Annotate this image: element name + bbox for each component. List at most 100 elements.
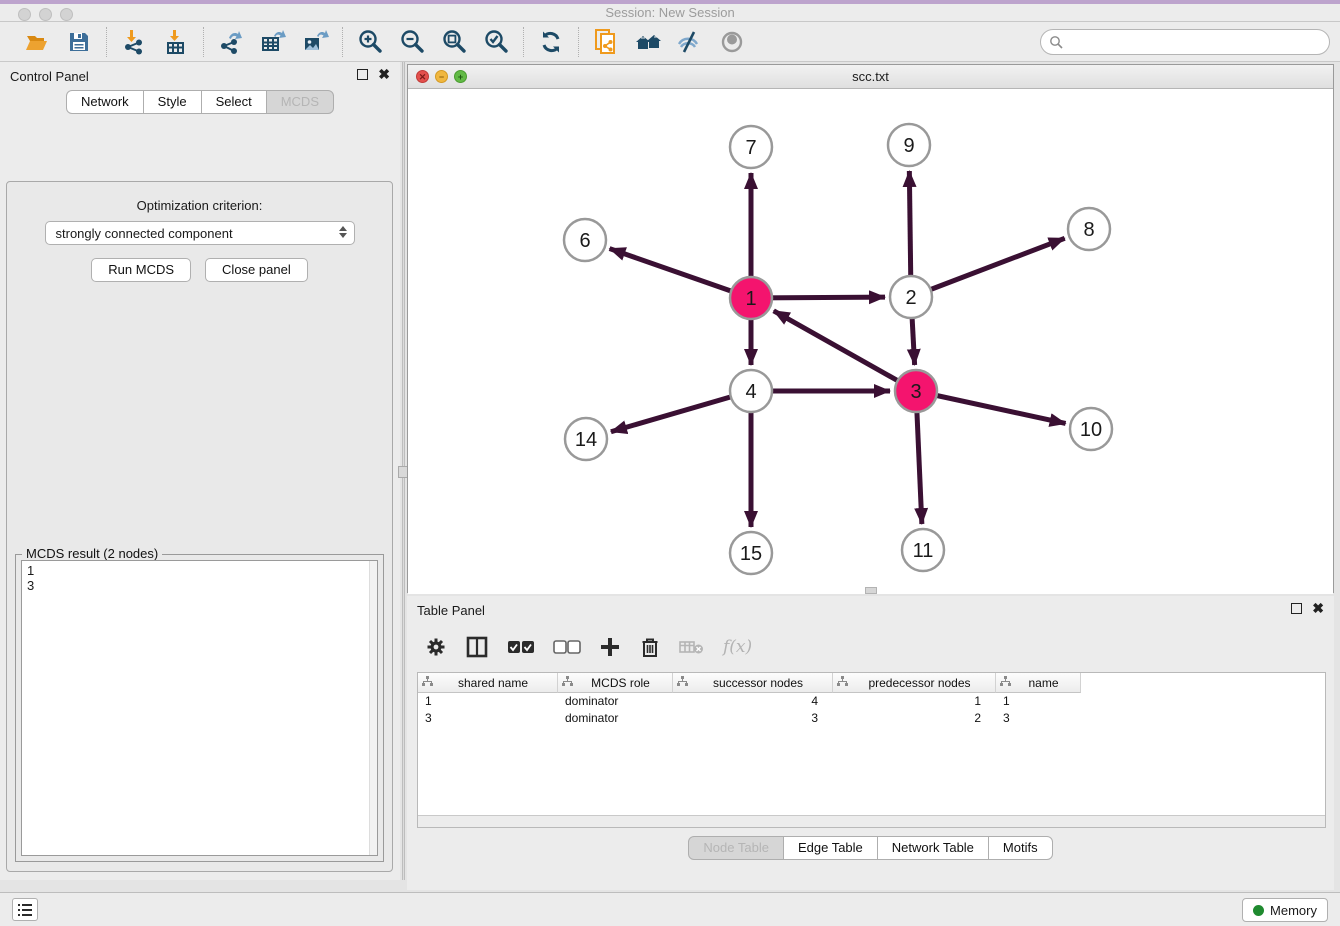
network-title: scc.txt bbox=[408, 65, 1333, 84]
graph-node-1[interactable]: 1 bbox=[730, 277, 772, 319]
hide-selected-icon[interactable] bbox=[675, 27, 705, 57]
close-network-icon[interactable]: ✕ bbox=[416, 70, 429, 83]
table-cell[interactable]: dominator bbox=[558, 710, 673, 727]
titlebar-accent bbox=[0, 0, 1340, 4]
network-window-titlebar[interactable]: ✕ − + scc.txt bbox=[408, 65, 1333, 89]
task-history-button[interactable] bbox=[12, 898, 38, 921]
table-cell[interactable]: dominator bbox=[558, 693, 673, 710]
table-cell[interactable]: 1 bbox=[833, 693, 996, 710]
edge-3-10[interactable] bbox=[916, 391, 1066, 423]
node-label: 8 bbox=[1083, 219, 1094, 241]
float-panel-icon[interactable] bbox=[357, 69, 368, 80]
export-network-icon[interactable] bbox=[216, 27, 246, 57]
tab-motifs[interactable]: Motifs bbox=[988, 836, 1053, 860]
edge-3-1[interactable] bbox=[774, 311, 916, 391]
tab-edge-table[interactable]: Edge Table bbox=[783, 836, 878, 860]
main-toolbar bbox=[0, 22, 1340, 62]
graph-node-4[interactable]: 4 bbox=[730, 370, 772, 412]
first-neighbors-icon[interactable] bbox=[633, 27, 663, 57]
table-cell[interactable]: 2 bbox=[833, 710, 996, 727]
select-all-rows-icon[interactable] bbox=[507, 639, 535, 655]
import-network-from-file-icon[interactable] bbox=[119, 27, 149, 57]
node-label: 6 bbox=[579, 230, 590, 252]
mcds-result-list[interactable]: 1 3 bbox=[21, 560, 378, 856]
zoom-in-icon[interactable] bbox=[355, 27, 385, 57]
column-tree-icon bbox=[1000, 676, 1011, 690]
canvas-grip[interactable] bbox=[865, 587, 877, 594]
chevron-up-down-icon bbox=[339, 226, 347, 238]
column-header-successor-nodes[interactable]: successor nodes bbox=[673, 673, 833, 693]
graph-node-6[interactable]: 6 bbox=[564, 219, 606, 261]
table-cell[interactable]: 1 bbox=[418, 693, 558, 710]
tab-node-table[interactable]: Node Table bbox=[688, 836, 784, 860]
clone-network-icon[interactable] bbox=[591, 27, 621, 57]
node-label: 10 bbox=[1080, 419, 1102, 441]
column-header-predecessor-nodes[interactable]: predecessor nodes bbox=[833, 673, 996, 693]
graph-node-11[interactable]: 11 bbox=[902, 529, 944, 571]
network-search-input[interactable] bbox=[1040, 29, 1330, 55]
import-table-from-file-icon[interactable] bbox=[161, 27, 191, 57]
column-header-MCDS-role[interactable]: MCDS role bbox=[558, 673, 673, 693]
result-scrollbar[interactable] bbox=[369, 561, 377, 855]
edge-2-8[interactable] bbox=[911, 238, 1065, 297]
graph-node-9[interactable]: 9 bbox=[888, 124, 930, 166]
show-all-icon[interactable] bbox=[717, 27, 747, 57]
table-cell[interactable]: 3 bbox=[673, 710, 833, 727]
network-canvas[interactable]: 1 2 3 4 6 7 8 9 10 11 14 15 bbox=[408, 89, 1333, 594]
table-cell[interactable]: 3 bbox=[418, 710, 558, 727]
export-image-icon[interactable] bbox=[300, 27, 330, 57]
show-columns-icon[interactable] bbox=[465, 635, 489, 659]
zoom-out-icon[interactable] bbox=[397, 27, 427, 57]
column-header-name[interactable]: name bbox=[996, 673, 1081, 693]
node-label: 14 bbox=[575, 429, 597, 451]
close-panel-icon[interactable]: ✖ bbox=[378, 69, 390, 80]
tab-style[interactable]: Style bbox=[143, 90, 202, 114]
graph-node-3[interactable]: 3 bbox=[895, 370, 937, 412]
graph-node-2[interactable]: 2 bbox=[890, 276, 932, 318]
tab-select[interactable]: Select bbox=[201, 90, 267, 114]
edge-1-6[interactable] bbox=[610, 249, 751, 298]
column-header-shared-name[interactable]: shared name bbox=[418, 673, 558, 693]
float-table-panel-icon[interactable] bbox=[1291, 603, 1302, 614]
minimize-network-icon[interactable]: − bbox=[435, 70, 448, 83]
table-settings-icon[interactable] bbox=[425, 636, 447, 658]
network-graph[interactable]: 1 2 3 4 6 7 8 9 10 11 14 15 bbox=[408, 89, 1335, 594]
graph-node-7[interactable]: 7 bbox=[730, 126, 772, 168]
close-panel-button[interactable]: Close panel bbox=[205, 258, 308, 282]
table-header-row: shared nameMCDS rolesuccessor nodesprede… bbox=[418, 673, 1325, 693]
tab-network[interactable]: Network bbox=[66, 90, 144, 114]
memory-button[interactable]: Memory bbox=[1242, 898, 1328, 922]
table-row[interactable]: 1dominator411 bbox=[418, 693, 1325, 710]
table-cell[interactable]: 4 bbox=[673, 693, 833, 710]
graph-node-14[interactable]: 14 bbox=[565, 418, 607, 460]
table-row[interactable]: 3dominator323 bbox=[418, 710, 1325, 727]
deselect-all-rows-icon[interactable] bbox=[553, 639, 581, 655]
open-session-icon[interactable] bbox=[22, 27, 52, 57]
zoom-selected-icon[interactable] bbox=[481, 27, 511, 57]
add-column-icon[interactable] bbox=[599, 636, 621, 658]
apply-function-icon: f(x) bbox=[723, 637, 752, 657]
refresh-layout-icon[interactable] bbox=[536, 27, 566, 57]
zoom-group bbox=[343, 27, 523, 57]
save-session-icon[interactable] bbox=[64, 27, 94, 57]
criterion-label: Optimization criterion: bbox=[7, 198, 392, 213]
search-icon bbox=[1049, 35, 1064, 53]
graph-node-8[interactable]: 8 bbox=[1068, 208, 1110, 250]
criterion-dropdown[interactable]: strongly connected component bbox=[45, 221, 355, 245]
export-table-icon[interactable] bbox=[258, 27, 288, 57]
table-cell[interactable]: 3 bbox=[996, 710, 1081, 727]
run-mcds-button[interactable]: Run MCDS bbox=[91, 258, 191, 282]
memory-label: Memory bbox=[1270, 903, 1317, 918]
network-window-controls: ✕ − + bbox=[416, 70, 467, 83]
delete-column-icon[interactable] bbox=[639, 636, 661, 658]
table-cell[interactable]: 1 bbox=[996, 693, 1081, 710]
tab-network-table[interactable]: Network Table bbox=[877, 836, 989, 860]
maximize-network-icon[interactable]: + bbox=[454, 70, 467, 83]
table-horizontal-scrollbar[interactable] bbox=[418, 815, 1325, 827]
close-table-panel-icon[interactable]: ✖ bbox=[1312, 603, 1324, 614]
column-tree-icon bbox=[677, 676, 688, 690]
graph-node-10[interactable]: 10 bbox=[1070, 408, 1112, 450]
graph-node-15[interactable]: 15 bbox=[730, 532, 772, 574]
zoom-fit-icon[interactable] bbox=[439, 27, 469, 57]
tab-mcds[interactable]: MCDS bbox=[266, 90, 334, 114]
